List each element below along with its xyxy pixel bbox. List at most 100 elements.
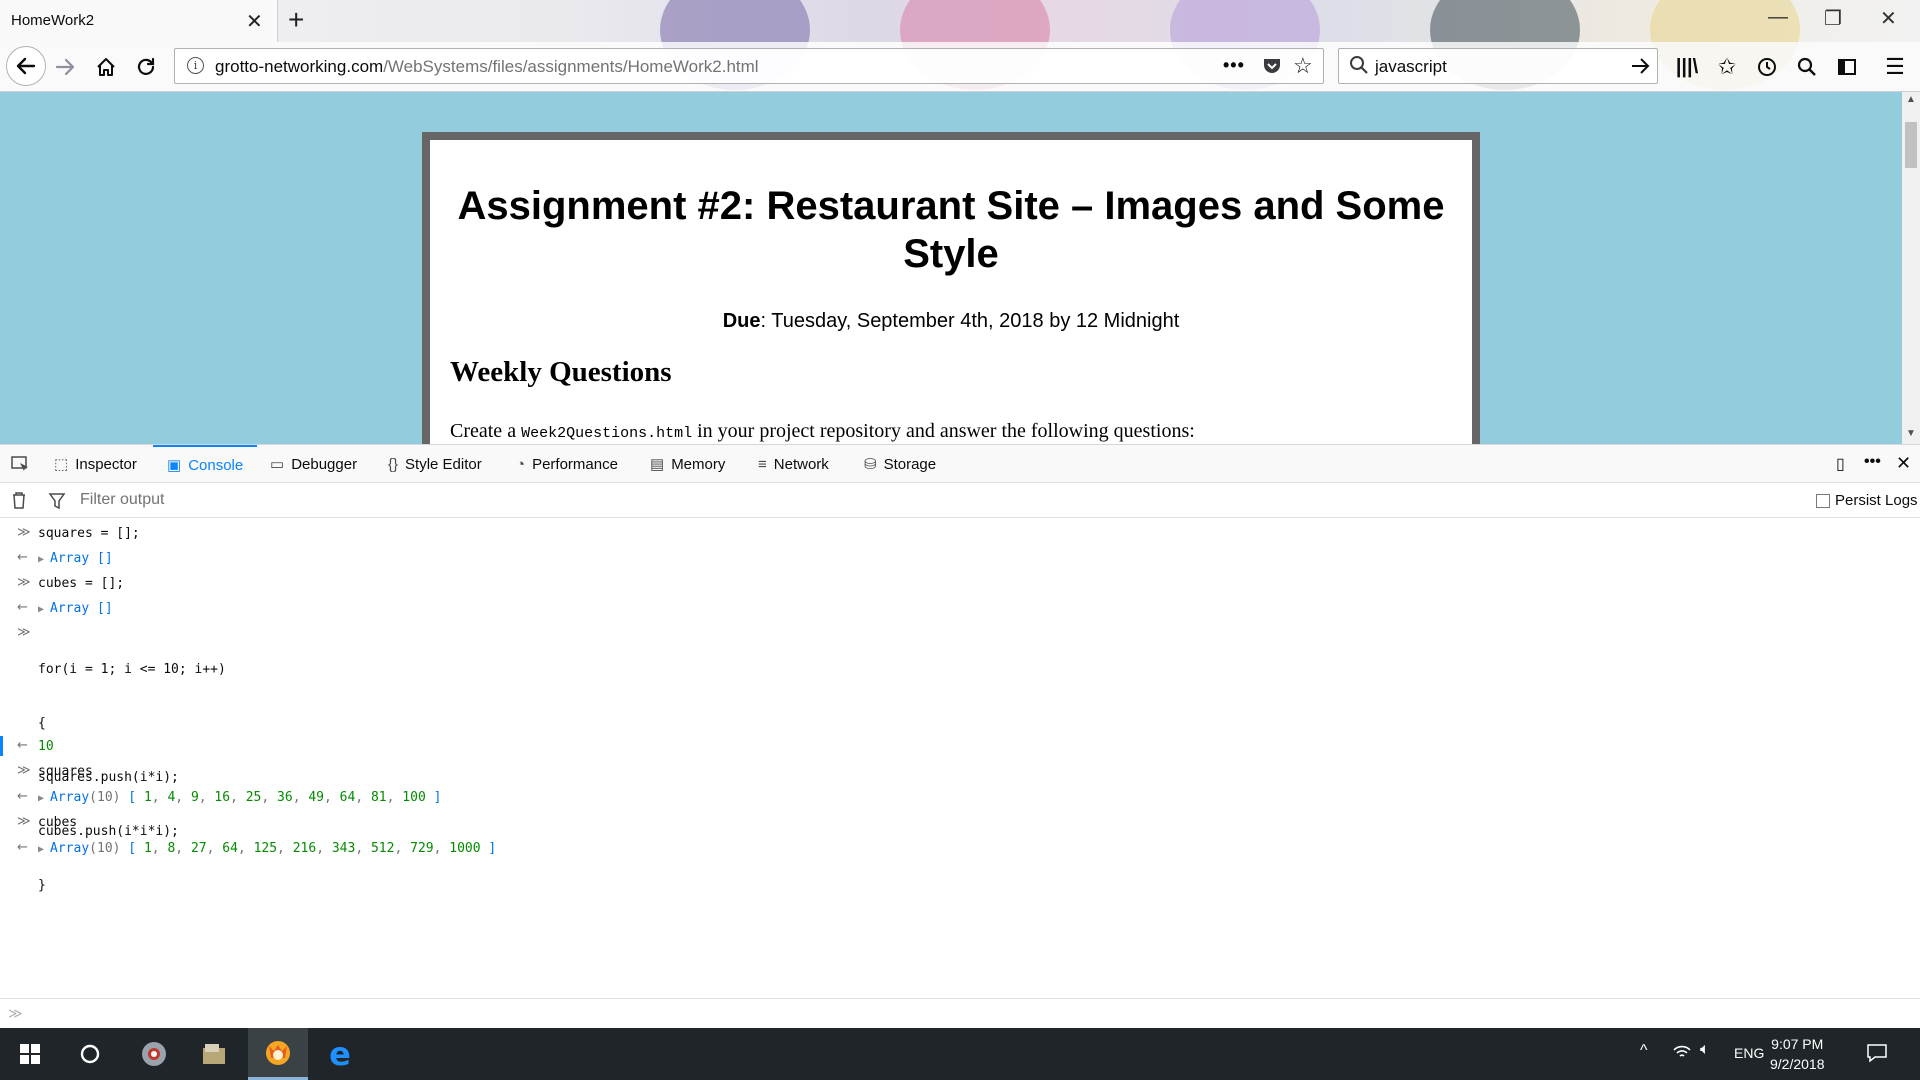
scroll-down-icon[interactable]: ▼ (1906, 428, 1916, 439)
pocket-icon[interactable] (1261, 55, 1283, 81)
page-title: Assignment #2: Restaurant Site – Images … (457, 184, 1445, 276)
start-button[interactable] (0, 1028, 60, 1080)
element-picker-icon[interactable] (10, 454, 30, 478)
array-values: 1, 4, 9, 16, 25, 36, 49, 64, 81, 100 (144, 790, 426, 805)
expand-triangle-icon[interactable]: ▶ (38, 554, 44, 565)
instructions-paragraph: Create a Week2Questions.html in your pro… (450, 420, 1195, 443)
tab-title: HomeWork2 (11, 12, 95, 29)
taskbar-app[interactable] (184, 1028, 244, 1080)
bookmark-star-icon[interactable]: ☆ (1293, 53, 1313, 79)
taskbar: e ^ 🔈︎ ENG 9:07 PM 9/2/2018 (0, 1028, 1920, 1080)
search-go-icon[interactable] (1629, 55, 1651, 81)
console-output: ≫ squares = []; ← ▶ Array [] ≫ cubes = []… (0, 518, 1920, 988)
console-input-line[interactable]: ≫ (0, 998, 1920, 1028)
taskbar-app-edge[interactable]: e (310, 1028, 370, 1080)
input-prompt-icon: ≫ (17, 625, 31, 640)
tab-memory[interactable]: ▤ Memory (650, 445, 725, 483)
sidebar-toggle-icon[interactable] (1830, 50, 1864, 84)
console-result[interactable]: ▶ Array [] (38, 600, 113, 619)
devtools-menu-icon[interactable]: ••• (1864, 453, 1881, 471)
expand-triangle-icon[interactable]: ▶ (38, 604, 44, 615)
console-icon: ▣ (167, 457, 182, 474)
code-line: { (38, 716, 46, 731)
scroll-up-icon[interactable]: ▲ (1906, 94, 1916, 105)
console-result[interactable]: ▶ Array(10) [ 1, 8, 27, 64, 125, 216, 343… (38, 840, 496, 859)
devtools-panel: ⬚ Inspector ▣ Console ▭ Debugger {} Style Ed… (0, 444, 1920, 1028)
url-text[interactable]: grotto-networking.com/WebSystems/files/a… (215, 57, 759, 77)
file-explorer-icon (203, 1044, 225, 1064)
tab-console[interactable]: ▣ Console (153, 445, 257, 483)
tab-storage[interactable]: ⛁ Storage (864, 445, 936, 483)
taskbar-app-firefox[interactable] (248, 1028, 308, 1080)
bookmarks-menu-icon[interactable]: ✩ (1710, 50, 1744, 84)
array-separator: , (316, 841, 332, 856)
tab-performance[interactable]: ◔ Performance (516, 445, 618, 483)
site-info-icon[interactable]: i (187, 57, 204, 74)
back-arrow-icon (16, 57, 36, 75)
page-actions-icon[interactable]: ••• (1223, 55, 1245, 76)
page-scrollbar[interactable]: ▲ ▼ (1902, 92, 1920, 444)
array-item: 64 (222, 841, 238, 856)
filter-output-input[interactable]: Filter output (80, 491, 164, 509)
windows-logo-icon (20, 1044, 40, 1064)
result-type: Array (50, 601, 90, 616)
tab-inspector[interactable]: ⬚ Inspector (54, 445, 137, 483)
persist-logs-checkbox[interactable]: Persist Logs (1816, 492, 1918, 509)
due-date-line: Due: Tuesday, September 4th, 2018 by 12 … (430, 310, 1472, 333)
checkbox-box[interactable] (1816, 493, 1830, 508)
expand-triangle-icon[interactable]: ▶ (38, 793, 44, 804)
new-tab-button[interactable]: + (288, 4, 304, 36)
trash-icon[interactable] (11, 491, 27, 513)
reload-button[interactable] (129, 50, 163, 84)
search-input[interactable]: javascript (1375, 57, 1447, 77)
array-item: 512 (370, 841, 395, 856)
inspector-icon: ⬚ (54, 456, 69, 473)
result-arrow-icon: ← (17, 550, 28, 565)
close-tab-icon[interactable]: ✕ (246, 9, 263, 34)
close-window-icon[interactable]: ✕ (1880, 6, 1897, 31)
tab-label: Style Editor (405, 455, 482, 473)
tab-debugger[interactable]: ▭ Debugger (270, 445, 357, 483)
array-separator: , (206, 841, 223, 856)
volume-icon[interactable]: 🔈︎ (1700, 1041, 1710, 1059)
array-item: 1 (143, 841, 152, 856)
library-icon[interactable]: |||\ (1670, 50, 1704, 84)
show-hidden-icons-icon[interactable]: ^ (1640, 1042, 1648, 1060)
array-open-bracket: [ (120, 841, 144, 856)
browser-tab[interactable]: HomeWork2 ✕ (0, 0, 278, 42)
console-result[interactable]: ▶ Array [] (38, 550, 113, 569)
clock[interactable]: 9:07 PM 9/2/2018 (1770, 1034, 1825, 1074)
tab-label: Performance (532, 455, 618, 473)
language-indicator[interactable]: ENG (1734, 1045, 1764, 1061)
instructions-prefix: Create a (450, 420, 522, 442)
history-icon[interactable] (1750, 50, 1784, 84)
tab-label: Memory (671, 455, 726, 473)
expand-triangle-icon[interactable]: ▶ (38, 844, 44, 855)
search-bar[interactable]: javascript (1338, 48, 1658, 84)
array-separator: , (324, 790, 340, 805)
console-command: squares = []; (38, 526, 140, 541)
restore-icon[interactable]: ❐ (1824, 6, 1842, 31)
result-value: 10 (38, 739, 54, 754)
minimize-icon[interactable]: — (1768, 6, 1788, 29)
array-separator: , (355, 841, 371, 856)
action-center-icon[interactable] (1866, 1042, 1888, 1068)
back-button[interactable] (6, 46, 46, 86)
result-arrow-icon: ← (17, 789, 28, 804)
array-item: 81 (370, 790, 387, 805)
console-command: cubes (38, 815, 78, 830)
home-button[interactable] (89, 50, 123, 84)
forward-button[interactable] (48, 50, 82, 84)
tab-network[interactable]: ≡ Network (758, 445, 829, 483)
tab-style-editor[interactable]: {} Style Editor (388, 445, 482, 483)
close-devtools-icon[interactable]: ✕ (1896, 453, 1911, 474)
scrollbar-thumb[interactable] (1905, 122, 1917, 168)
taskbar-app[interactable] (124, 1028, 184, 1080)
console-result[interactable]: ▶ Array(10) [ 1, 4, 9, 16, 25, 36, 49, 64… (38, 789, 441, 808)
url-bar[interactable]: i grotto-networking.com/WebSystems/files… (174, 48, 1324, 84)
dock-side-icon[interactable]: ▯ (1836, 454, 1845, 474)
zoom-search-icon[interactable] (1790, 50, 1824, 84)
cortana-button[interactable] (60, 1028, 120, 1080)
network-wifi-icon[interactable] (1672, 1042, 1692, 1064)
hamburger-menu-icon[interactable]: ☰ (1878, 50, 1912, 84)
